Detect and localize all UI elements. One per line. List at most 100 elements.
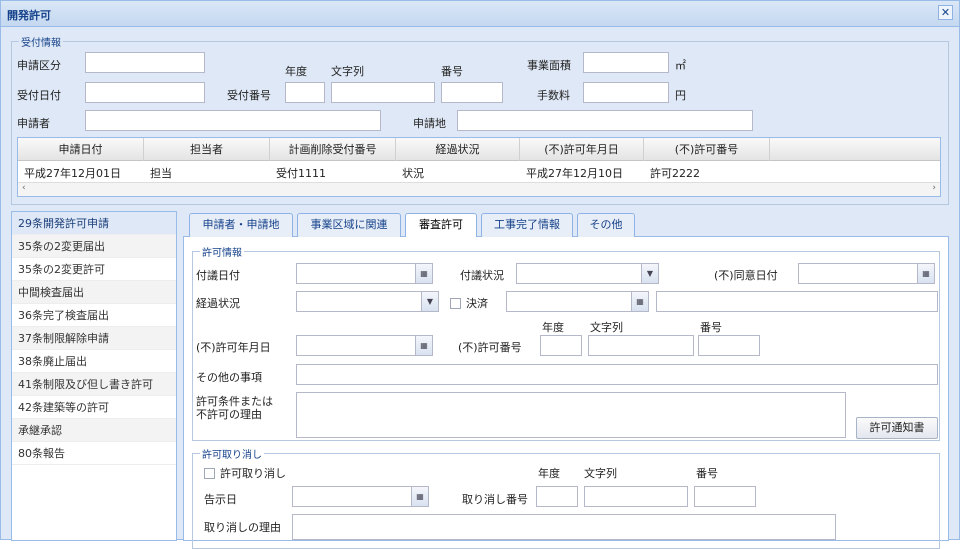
revocation-number-label: 取り消し番号	[462, 493, 528, 506]
consent-date-label: (不)同意日付	[714, 269, 778, 282]
fee-field[interactable]	[583, 82, 669, 103]
permit-number-field[interactable]	[698, 335, 760, 356]
procedure-list: 29条開発許可申請 35条の2変更届出 35条の2変更許可 中間検査届出 36条…	[11, 211, 177, 541]
calendar-icon[interactable]: ▦	[412, 486, 429, 507]
list-item[interactable]: 35条の2変更許可	[12, 258, 176, 281]
tab-completion[interactable]: 工事完了情報	[481, 213, 573, 237]
conditions-field[interactable]	[296, 392, 846, 438]
notice-date-field[interactable]	[292, 486, 412, 507]
tab-review-permit[interactable]: 審査許可	[405, 213, 477, 238]
grid-column-header[interactable]: 計画削除受付番号	[270, 138, 396, 161]
grid-column-header[interactable]: (不)許可年月日	[520, 138, 644, 161]
window-title: 開発許可	[7, 9, 51, 22]
grid-column-header[interactable]: 担当者	[144, 138, 270, 161]
fee-label: 手数料	[537, 89, 570, 102]
decision-date-field[interactable]	[506, 291, 632, 312]
revocation-number-field[interactable]	[694, 486, 756, 507]
permit-string-field[interactable]	[588, 335, 694, 356]
list-item[interactable]: 41条制限及び但し書き許可	[12, 373, 176, 396]
permission-legend: 許可情報	[200, 244, 244, 259]
inquiry-status-select[interactable]	[516, 263, 642, 284]
chevron-down-icon[interactable]: ▼	[422, 291, 439, 312]
string-header: 文字列	[590, 321, 623, 334]
string-header: 文字列	[584, 467, 617, 480]
permit-date-label: (不)許可年月日	[196, 341, 271, 354]
grid-column-header[interactable]: 経過状況	[396, 138, 520, 161]
permit-year-field[interactable]	[540, 335, 582, 356]
list-item[interactable]: 42条建築等の許可	[12, 396, 176, 419]
tab-project-area[interactable]: 事業区域に関連	[297, 213, 401, 237]
grid-cell: 状況	[402, 167, 424, 180]
area-field[interactable]	[583, 52, 669, 73]
fee-unit: 円	[675, 89, 686, 102]
inquiry-status-label: 付議状況	[460, 269, 504, 282]
decision-checkbox[interactable]	[450, 298, 461, 309]
grid-column-header[interactable]: 申請日付	[18, 138, 144, 161]
number-header: 番号	[700, 321, 722, 334]
inquiry-date-field[interactable]	[296, 263, 416, 284]
history-grid: 申請日付 担当者 計画削除受付番号 経過状況 (不)許可年月日 (不)許可番号 …	[17, 137, 941, 197]
year-header: 年度	[542, 321, 564, 334]
revocation-year-field[interactable]	[536, 486, 578, 507]
chevron-down-icon[interactable]: ▼	[642, 263, 659, 284]
application-site-label: 申請地	[413, 117, 446, 130]
inquiry-date-label: 付議日付	[196, 269, 240, 282]
decision-label: 決済	[466, 297, 488, 310]
grid-cell: 受付1111	[276, 167, 326, 180]
title-bar[interactable]: 開発許可 ✕	[1, 1, 959, 27]
list-item[interactable]: 承継承認	[12, 419, 176, 442]
calendar-icon[interactable]: ▦	[632, 291, 649, 312]
review-permit-panel: 許可情報 付議日付 ▦ 付議状況 ▼ (不)同意日付 ▦ 経過状況 ▼ 決済 ▦…	[183, 237, 949, 549]
grid-header: 申請日付 担当者 計画削除受付番号 経過状況 (不)許可年月日 (不)許可番号	[18, 138, 940, 161]
list-item[interactable]: 35条の2変更届出	[12, 235, 176, 258]
progress-label: 経過状況	[196, 297, 240, 310]
reception-date-field[interactable]	[85, 82, 205, 103]
calendar-icon[interactable]: ▦	[918, 263, 935, 284]
consent-date-field[interactable]	[798, 263, 918, 284]
revocation-checkbox-label: 許可取り消し	[220, 467, 286, 480]
string-header: 文字列	[331, 65, 364, 78]
horizontal-scrollbar[interactable]: ‹ ›	[18, 182, 940, 196]
revocation-string-field[interactable]	[584, 486, 688, 507]
reception-string-field[interactable]	[331, 82, 435, 103]
dialog-window: 開発許可 ✕ 受付情報 申請区分 年度 文字列 番号 事業面積 ㎡ 受付日付 受…	[0, 0, 960, 549]
calendar-icon[interactable]: ▦	[416, 263, 433, 284]
area-unit: ㎡	[675, 59, 686, 72]
list-item[interactable]: 29条開発許可申請	[12, 212, 176, 235]
other-matters-label: その他の事項	[196, 371, 262, 384]
list-item[interactable]: 37条制限解除申請	[12, 327, 176, 350]
application-type-field[interactable]	[85, 52, 205, 73]
progress-select[interactable]	[296, 291, 422, 312]
application-site-field[interactable]	[457, 110, 753, 131]
permit-notice-button[interactable]: 許可通知書	[856, 417, 938, 439]
list-item[interactable]: 36条完了検査届出	[12, 304, 176, 327]
list-item[interactable]: 38条廃止届出	[12, 350, 176, 373]
number-header: 番号	[696, 467, 718, 480]
list-item[interactable]: 中間検査届出	[12, 281, 176, 304]
revocation-checkbox[interactable]	[204, 468, 215, 479]
year-header: 年度	[285, 65, 307, 78]
reception-legend: 受付情報	[19, 34, 63, 49]
close-icon[interactable]: ✕	[938, 5, 953, 20]
tab-other[interactable]: その他	[577, 213, 635, 237]
applicant-field[interactable]	[85, 110, 381, 131]
list-item[interactable]: 80条報告	[12, 442, 176, 465]
year-header: 年度	[538, 467, 560, 480]
grid-column-header[interactable]: (不)許可番号	[644, 138, 770, 161]
reception-number-field[interactable]	[441, 82, 503, 103]
revocation-legend: 許可取り消し	[200, 446, 264, 461]
area-label: 事業面積	[527, 59, 571, 72]
calendar-icon[interactable]: ▦	[416, 335, 433, 356]
permit-number-label: (不)許可番号	[458, 341, 522, 354]
grid-cell: 許可2222	[650, 167, 700, 180]
scroll-right-icon[interactable]: ›	[932, 183, 936, 193]
decision-note-field[interactable]	[656, 291, 938, 312]
tab-applicant[interactable]: 申請者・申請地	[189, 213, 293, 237]
revocation-reason-field[interactable]	[292, 514, 836, 540]
reception-year-field[interactable]	[285, 82, 325, 103]
permit-date-field[interactable]	[296, 335, 416, 356]
reception-date-label: 受付日付	[17, 89, 61, 102]
number-header: 番号	[441, 65, 463, 78]
scroll-left-icon[interactable]: ‹	[22, 183, 26, 193]
other-matters-field[interactable]	[296, 364, 938, 385]
